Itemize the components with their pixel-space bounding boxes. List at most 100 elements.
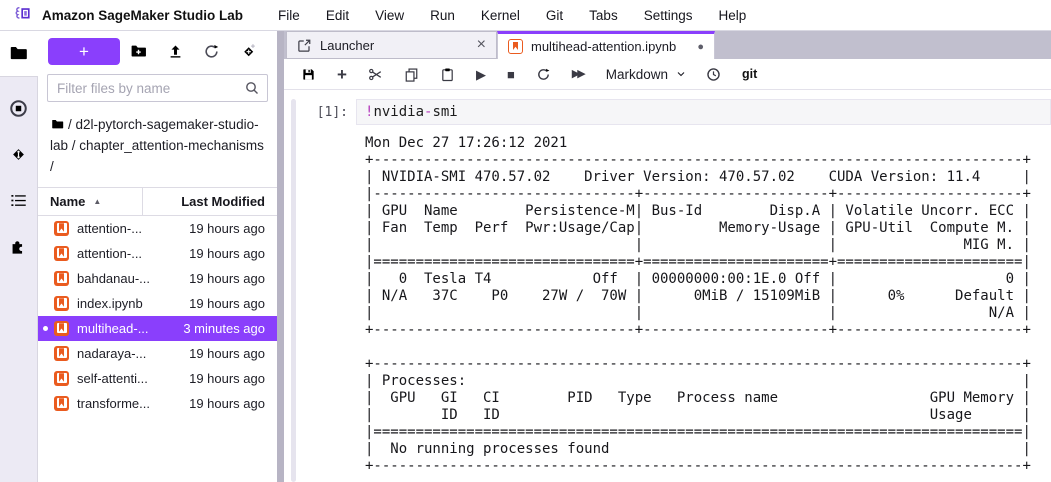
copy-icon xyxy=(404,67,419,82)
list-icon xyxy=(9,191,28,210)
file-modified: 19 hours ago xyxy=(189,270,265,286)
menu-view[interactable]: View xyxy=(362,8,417,23)
stop-icon: ■ xyxy=(506,66,515,82)
sort-ascending-icon: ▲ xyxy=(93,196,102,206)
restart-and-run-all-button[interactable]: ▶▶ xyxy=(570,67,586,82)
stop-circle-icon xyxy=(9,99,28,118)
notebook-file-icon xyxy=(508,39,523,54)
menu-file[interactable]: File xyxy=(265,8,313,23)
file-browser-panel: + / d2l-pytorch-sagemaker-studio-lab / c… xyxy=(38,31,277,482)
tab-label: Launcher xyxy=(320,37,375,53)
checkpoint-clock-button[interactable] xyxy=(704,65,723,84)
column-header-last-modified[interactable]: Last Modified xyxy=(142,187,277,215)
clipboard-icon xyxy=(440,67,455,82)
clock-icon xyxy=(706,67,721,82)
menu-bar: Amazon SageMaker Studio Lab File Edit Vi… xyxy=(0,0,1051,31)
puzzle-icon xyxy=(9,237,28,256)
launcher-icon xyxy=(297,38,312,53)
rail-table-of-contents-button[interactable] xyxy=(0,177,38,223)
paste-cell-button[interactable] xyxy=(438,65,457,84)
menu-help[interactable]: Help xyxy=(705,8,759,23)
search-icon xyxy=(244,80,260,96)
filter-files-box xyxy=(47,74,268,102)
sagemaker-logo-icon xyxy=(10,4,34,26)
menu-kernel[interactable]: Kernel xyxy=(468,8,533,23)
copy-cell-button[interactable] xyxy=(402,65,421,84)
notebook-content: [1]: !nvidia-smi Mon Dec 27 17:26:12 202… xyxy=(284,90,1051,482)
save-button[interactable] xyxy=(299,65,318,84)
code-token-smi: smi xyxy=(432,104,458,120)
file-name: multihead-... xyxy=(77,320,149,336)
notebook-file-icon xyxy=(54,320,69,336)
tab-bar-filler xyxy=(715,31,1051,59)
file-name: transforme... xyxy=(77,395,150,411)
notebook-file-icon xyxy=(54,220,69,236)
scissors-icon xyxy=(368,67,383,82)
filter-files-input[interactable] xyxy=(55,79,244,97)
file-modified: 19 hours ago xyxy=(189,295,265,311)
file-modified: 19 hours ago xyxy=(189,370,265,386)
git-clone-icon[interactable] xyxy=(240,43,257,60)
cell-code-editor[interactable]: !nvidia-smi xyxy=(356,99,1051,125)
file-modified: 19 hours ago xyxy=(189,395,265,411)
new-launcher-button[interactable]: + xyxy=(48,38,120,65)
file-name: attention-... xyxy=(77,220,143,236)
code-token-nvidia: nvidia xyxy=(373,104,425,120)
breadcrumb-path: / d2l-pytorch-sagemaker-studio-lab / cha… xyxy=(50,117,264,174)
notebook-file-icon xyxy=(54,395,69,411)
new-folder-icon[interactable] xyxy=(130,43,147,60)
fast-forward-icon: ▶▶ xyxy=(571,67,586,80)
tab-multihead-attention[interactable]: multihead-attention.ipynb ● xyxy=(497,31,715,59)
folder-icon xyxy=(9,44,28,63)
rail-running-sessions-button[interactable] xyxy=(0,85,38,131)
home-folder-icon[interactable] xyxy=(50,118,65,131)
notebook-file-icon xyxy=(54,370,69,386)
file-row-index[interactable]: index.ipynb 19 hours ago xyxy=(38,291,277,316)
name-column-label: Name xyxy=(50,193,86,209)
refresh-icon[interactable] xyxy=(203,43,220,60)
file-row-attention-1[interactable]: attention-... 19 hours ago xyxy=(38,216,277,241)
save-icon xyxy=(301,67,316,82)
menu-git[interactable]: Git xyxy=(533,8,576,23)
cell-type-value: Markdown xyxy=(605,66,668,82)
file-name: bahdanau-... xyxy=(77,270,151,286)
left-sidebar-rail xyxy=(0,31,38,482)
breadcrumb[interactable]: / d2l-pytorch-sagemaker-studio-lab / cha… xyxy=(38,109,277,187)
git-toolbar-label[interactable]: git xyxy=(742,67,757,81)
file-row-bahdanau[interactable]: bahdanau-... 19 hours ago xyxy=(38,266,277,291)
file-row-attention-2[interactable]: attention-... 19 hours ago xyxy=(38,241,277,266)
file-name: index.ipynb xyxy=(77,295,143,311)
interrupt-kernel-button[interactable]: ■ xyxy=(505,66,517,83)
file-name: attention-... xyxy=(77,245,143,261)
rail-git-button[interactable] xyxy=(0,131,38,177)
last-modified-column-label: Last Modified xyxy=(181,193,265,209)
rail-extensions-button[interactable] xyxy=(0,223,38,269)
dirty-indicator-icon: ● xyxy=(697,40,704,53)
file-row-multihead-selected[interactable]: multihead-... 3 minutes ago xyxy=(38,315,277,341)
cell-type-dropdown[interactable]: Markdown xyxy=(606,67,687,82)
git-icon xyxy=(9,145,28,164)
rail-file-browser-button[interactable] xyxy=(0,31,38,77)
menu-edit[interactable]: Edit xyxy=(313,8,362,23)
panel-splitter[interactable] xyxy=(277,31,284,482)
column-header-name[interactable]: Name ▲ xyxy=(38,188,142,215)
file-row-transformer[interactable]: transforme... 19 hours ago xyxy=(38,391,277,416)
restart-kernel-button[interactable] xyxy=(534,65,553,84)
file-modified: 19 hours ago xyxy=(189,245,265,261)
file-row-self-attention[interactable]: self-attenti... 19 hours ago xyxy=(38,366,277,391)
insert-cell-button[interactable]: + xyxy=(335,64,349,85)
close-icon[interactable]: × xyxy=(477,37,486,53)
tab-launcher[interactable]: Launcher × xyxy=(286,31,497,59)
run-cell-button[interactable]: ▶ xyxy=(474,66,488,83)
file-row-nadaraya[interactable]: nadaraya-... 19 hours ago xyxy=(38,341,277,366)
upload-icon[interactable] xyxy=(167,43,184,60)
plus-icon: + xyxy=(79,42,89,61)
menu-run[interactable]: Run xyxy=(417,8,468,23)
file-modified: 3 minutes ago xyxy=(183,320,265,336)
app-title: Amazon SageMaker Studio Lab xyxy=(42,7,244,23)
menu-settings[interactable]: Settings xyxy=(631,8,706,23)
cell-execution-prompt: [1]: xyxy=(316,105,348,120)
main-dock-panel: Launcher × multihead-attention.ipynb ● + xyxy=(284,31,1051,482)
menu-tabs[interactable]: Tabs xyxy=(576,8,631,23)
cut-cell-button[interactable] xyxy=(366,65,385,84)
